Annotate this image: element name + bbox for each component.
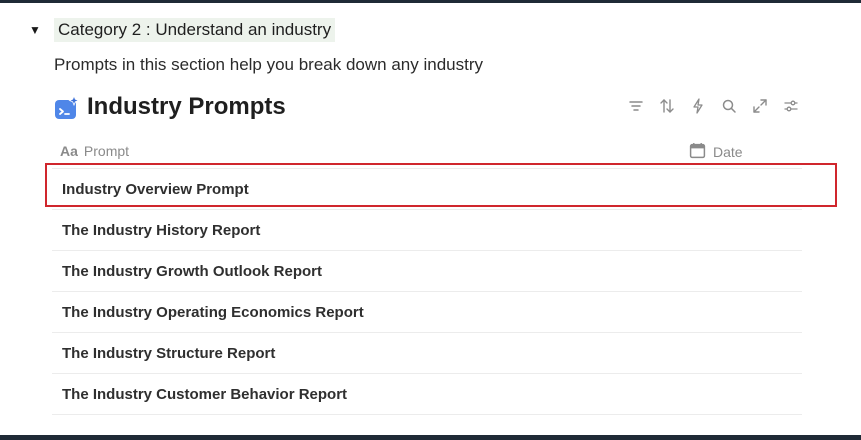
expand-icon[interactable] [749,95,771,117]
database-header: Industry Prompts [54,92,804,124]
database-sparkle-icon [54,94,80,121]
toggle-title[interactable]: Category 2 : Understand an industry [54,18,336,42]
table-row[interactable]: The Industry Customer Behavior Report [52,374,802,415]
row-title[interactable]: The Industry History Report [62,222,260,239]
table-row[interactable]: The Industry History Report [52,210,802,251]
calendar-icon [689,142,706,162]
row-title[interactable]: The Industry Customer Behavior Report [62,386,347,403]
automation-icon[interactable] [687,95,709,117]
table-row[interactable]: The Industry Growth Outlook Report [52,251,802,292]
sort-icon[interactable] [656,95,678,117]
table-row[interactable]: The Industry Operating Economics Report [52,292,802,333]
column-label-prompt: Prompt [83,143,130,159]
column-header-prompt[interactable]: Aa Prompt [60,143,129,159]
row-title[interactable]: The Industry Operating Economics Report [62,304,364,321]
bottom-border [0,435,861,440]
database-toolbar [625,95,802,117]
toggle-arrow-icon[interactable]: ▼ [28,23,42,37]
filter-icon[interactable] [625,95,647,117]
column-label-date: Date [713,144,743,160]
text-property-icon: Aa [60,143,78,159]
column-header-date[interactable]: Date [689,142,743,162]
database-title[interactable]: Industry Prompts [87,92,286,122]
row-title[interactable]: The Industry Growth Outlook Report [62,263,322,280]
toggle-block[interactable]: ▼ Category 2 : Understand an industry [28,17,336,43]
search-icon[interactable] [718,95,740,117]
top-border [0,0,861,3]
highlight-box [45,163,837,207]
table-row[interactable]: The Industry Structure Report [52,333,802,374]
section-description: Prompts in this section help you break d… [54,55,484,74]
row-title[interactable]: The Industry Structure Report [62,345,275,362]
settings-icon[interactable] [780,95,802,117]
